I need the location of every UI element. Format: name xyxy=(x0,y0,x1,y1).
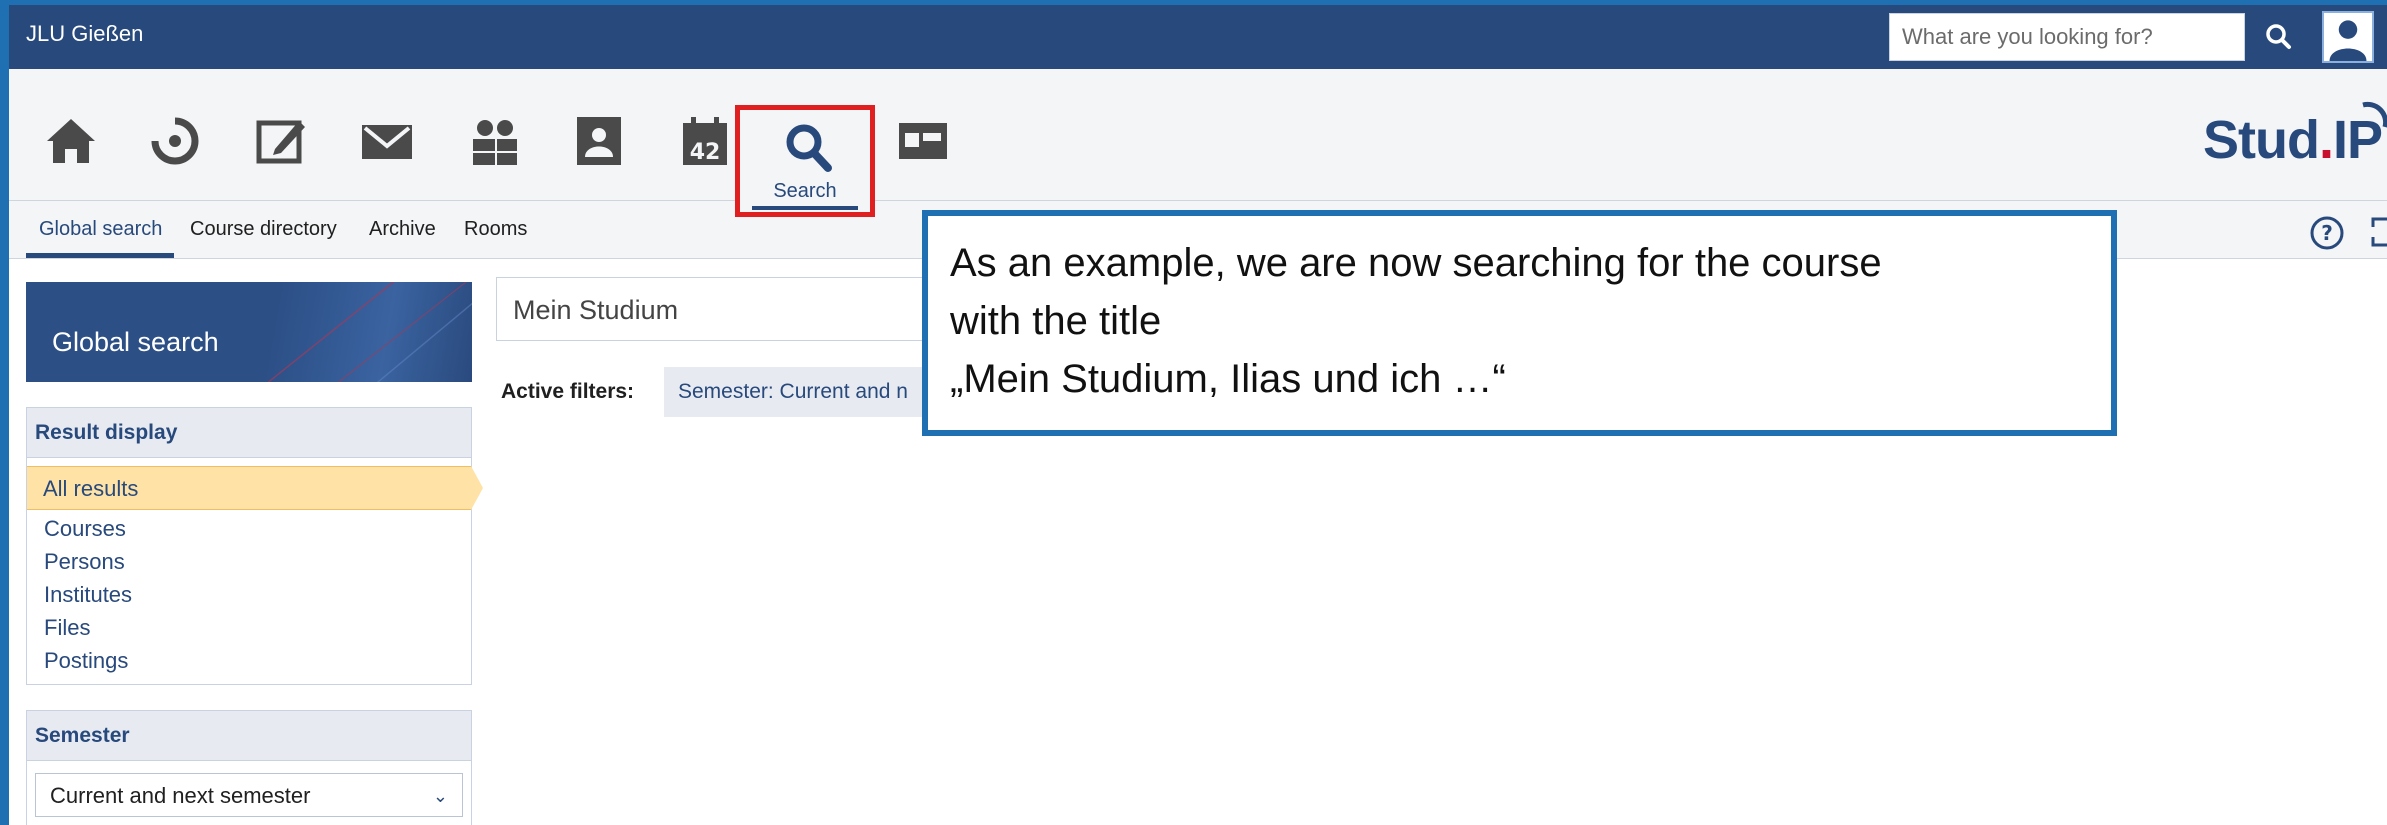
sidebar-title-text: Global search xyxy=(52,327,219,357)
active-tab-indicator xyxy=(26,253,174,258)
tab-archive[interactable]: Archive xyxy=(369,218,436,241)
nav-search-label: Search xyxy=(773,180,837,202)
search-input[interactable]: What are you looking for? xyxy=(1889,13,2245,61)
top-bar: JLU Gießen What are you looking for? xyxy=(9,5,2387,69)
semester-filter-chip[interactable]: Semester: Current and n xyxy=(664,367,954,417)
messages-icon[interactable] xyxy=(359,113,415,169)
semester-selected-value: Current and next semester xyxy=(50,783,311,808)
search-icon xyxy=(786,124,832,172)
studip-logo[interactable]: Stud.IP xyxy=(2203,109,2383,171)
result-filter-files[interactable]: Files xyxy=(44,615,90,641)
logo-dot: . xyxy=(2318,110,2334,170)
chevron-down-icon: ⌄ xyxy=(432,786,448,806)
semester-select[interactable]: Current and next semester ⌄ xyxy=(35,773,463,817)
result-filter-postings[interactable]: Postings xyxy=(44,648,128,674)
sidebar-title: Global search xyxy=(26,282,472,382)
profile-icon[interactable] xyxy=(571,113,627,169)
studip-window: JLU Gießen What are you looking for? 42 … xyxy=(9,5,2387,825)
result-filter-courses[interactable]: Courses xyxy=(44,516,126,542)
result-display-heading: Result display xyxy=(27,408,471,458)
fullscreen-icon[interactable] xyxy=(2369,215,2387,249)
tutorial-callout: As an example, we are now searching for … xyxy=(922,210,2117,436)
home-icon[interactable] xyxy=(43,113,99,169)
logo-arc-icon xyxy=(2362,101,2387,128)
active-nav-indicator xyxy=(752,206,858,210)
tab-course-directory[interactable]: Course directory xyxy=(190,218,337,241)
tab-global-search[interactable]: Global search xyxy=(39,218,162,241)
callout-line-2: with the title xyxy=(950,299,1162,343)
active-item-arrow xyxy=(471,466,483,510)
result-filter-persons[interactable]: Persons xyxy=(44,549,125,575)
result-display-box: Result display All results Courses Perso… xyxy=(26,407,483,685)
user-icon xyxy=(2329,20,2367,61)
nav-search-button[interactable]: Search xyxy=(735,105,875,217)
community-icon[interactable] xyxy=(467,113,523,169)
search-icon[interactable] xyxy=(2259,17,2299,57)
tab-rooms[interactable]: Rooms xyxy=(464,218,527,241)
callout-line-1: As an example, we are now searching for … xyxy=(950,241,1882,285)
global-search-query-input[interactable]: Mein Studium xyxy=(496,277,936,341)
schedule-icon[interactable]: 42 xyxy=(677,113,733,169)
logo-text: Stud xyxy=(2203,110,2320,170)
svg-text:?: ? xyxy=(2321,221,2333,245)
activity-icon[interactable] xyxy=(147,113,203,169)
active-filters-label: Active filters: xyxy=(501,380,635,403)
semester-box: Semester Current and next semester ⌄ xyxy=(26,710,472,825)
courses-icon[interactable] xyxy=(253,113,309,169)
main-navigation: 42 Search Stud.IP xyxy=(9,69,2387,217)
result-filter-institutes[interactable]: Institutes xyxy=(44,582,132,608)
callout-line-3: „Mein Studium, Ilias und ich …“ xyxy=(950,357,1506,401)
semester-heading: Semester xyxy=(27,711,471,761)
help-icon[interactable]: ? xyxy=(2309,215,2345,251)
user-avatar[interactable] xyxy=(2322,11,2374,63)
brand-name[interactable]: JLU Gießen xyxy=(26,21,143,47)
tools-icon[interactable] xyxy=(895,113,951,169)
schedule-day: 42 xyxy=(690,140,721,165)
result-filter-all[interactable]: All results xyxy=(27,466,471,510)
